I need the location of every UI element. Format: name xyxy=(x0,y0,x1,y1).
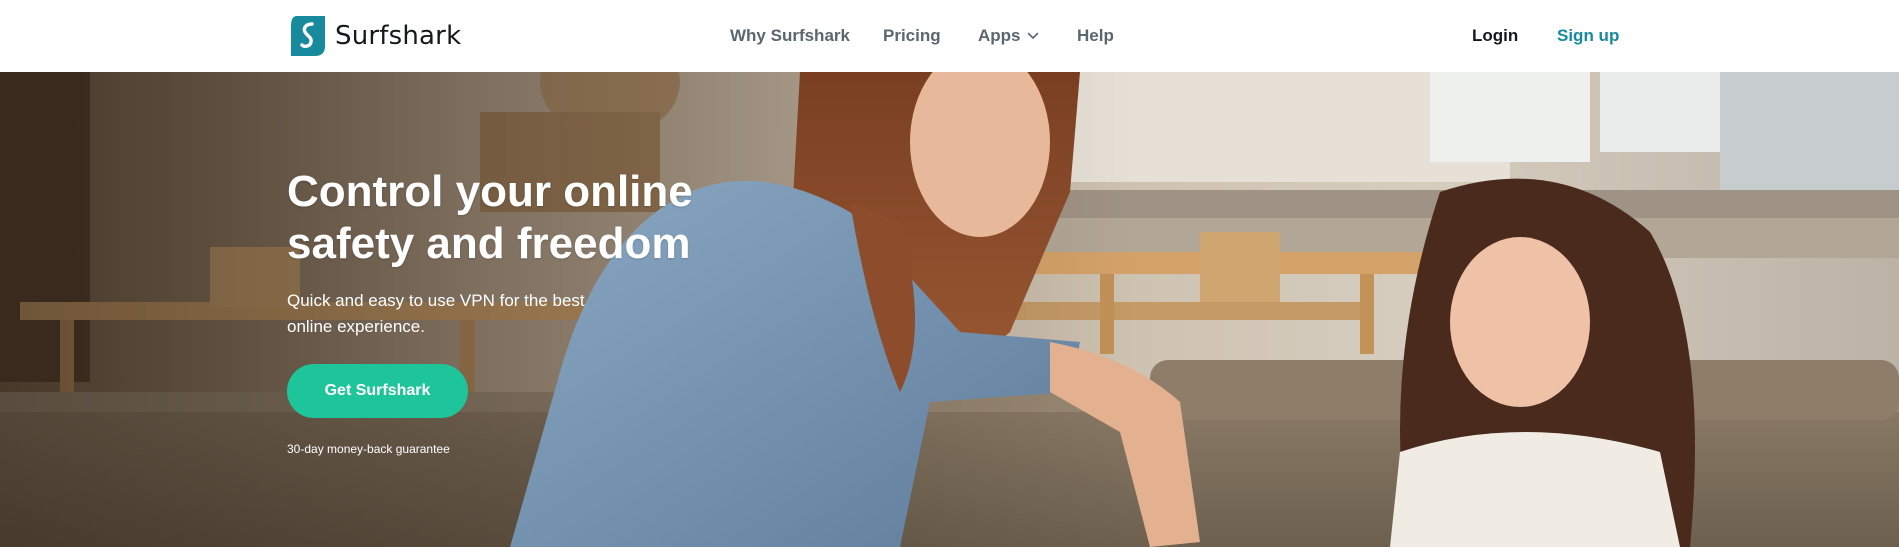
nav-why-surfshark[interactable]: Why Surfshark xyxy=(730,24,850,48)
money-back-guarantee: 30-day money-back guarantee xyxy=(287,442,450,456)
chevron-down-icon xyxy=(1027,32,1038,40)
site-header: Surfshark Why Surfshark Pricing Apps Hel… xyxy=(0,0,1899,72)
hero-photo xyxy=(0,72,1899,547)
signup-link[interactable]: Sign up xyxy=(1557,24,1619,48)
hero-section: Control your online safety and freedom Q… xyxy=(0,72,1899,547)
hero-title: Control your online safety and freedom xyxy=(287,167,693,268)
nav-help[interactable]: Help xyxy=(1077,24,1114,48)
nav-pricing[interactable]: Pricing xyxy=(883,24,941,48)
hero-copy: Control your online safety and freedom Q… xyxy=(287,166,747,456)
nav-apps[interactable]: Apps xyxy=(978,24,1039,48)
get-surfshark-button[interactable]: Get Surfshark xyxy=(287,364,468,418)
nav-apps-label: Apps xyxy=(978,26,1021,45)
hero-subtitle: Quick and easy to use VPN for the best o… xyxy=(287,291,585,336)
login-link[interactable]: Login xyxy=(1472,24,1518,48)
